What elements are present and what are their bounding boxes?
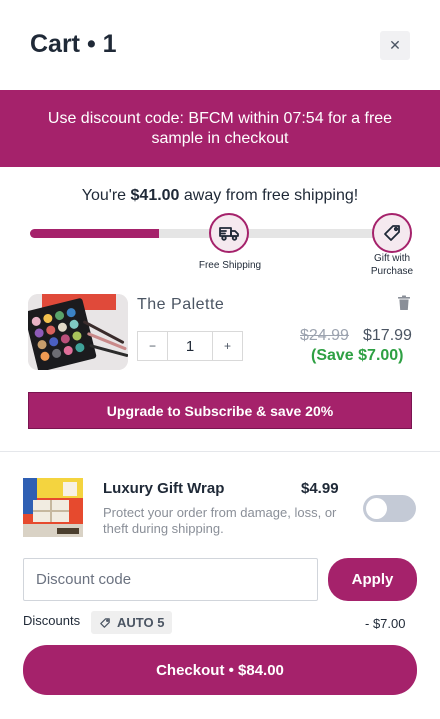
section-divider: [0, 451, 440, 452]
decrease-quantity-button[interactable]: −: [138, 332, 167, 360]
milestone-label-free-shipping: Free Shipping: [198, 260, 262, 271]
gift-wrap-description: Protect your order from damage, loss, or…: [103, 505, 337, 536]
toggle-knob: [366, 498, 387, 519]
upgrade-subscribe-button[interactable]: Upgrade to Subscribe & save 20%: [28, 392, 412, 429]
milestone-free-shipping: [209, 213, 249, 253]
shipping-suffix: away from free shipping!: [179, 187, 359, 204]
gift-wrap-image: [23, 478, 83, 537]
discount-amount: - $7.00: [365, 616, 406, 631]
product-name[interactable]: The Palette: [137, 296, 224, 314]
promo-banner: Use discount code: BFCM within 07:54 for…: [0, 90, 440, 167]
cart-title: Cart • 1: [30, 30, 117, 58]
savings-label: (Save $7.00): [311, 347, 404, 364]
checkout-button[interactable]: Checkout • $84.00: [23, 645, 417, 695]
shipping-prefix: You're: [81, 187, 131, 204]
gift-wrap-toggle[interactable]: [363, 495, 416, 522]
gift-wrap-title: Luxury Gift Wrap: [103, 480, 225, 497]
sale-price: $17.99: [363, 327, 412, 344]
gift-wrap-price: $4.99: [301, 480, 339, 497]
milestone-gift: [372, 213, 412, 253]
quantity-value[interactable]: 1: [167, 332, 213, 360]
tag-icon: [384, 225, 400, 241]
increase-quantity-button[interactable]: +: [213, 332, 242, 360]
free-shipping-message: You're $41.00 away from free shipping!: [0, 187, 440, 205]
discount-code-text: AUTO 5: [117, 615, 165, 630]
cart-header: Cart • 1 ✕: [0, 0, 440, 90]
discounts-label: Discounts: [23, 613, 81, 628]
discount-code-input[interactable]: [23, 558, 318, 601]
discount-code-badge: AUTO 5: [91, 611, 173, 634]
close-button[interactable]: ✕: [380, 31, 410, 60]
truck-icon: [219, 227, 239, 241]
trash-icon[interactable]: [397, 295, 411, 311]
apply-discount-button[interactable]: Apply: [328, 558, 417, 601]
tag-icon: [100, 617, 110, 628]
original-price: $24.99: [300, 327, 349, 344]
product-image: [28, 294, 128, 370]
shipping-remaining-amount: $41.00: [130, 187, 180, 204]
quantity-stepper: − 1 +: [137, 331, 243, 361]
shipping-progress-fill: [30, 229, 159, 238]
close-icon: ✕: [389, 37, 401, 53]
milestone-label-gift: Gift with Purchase: [370, 253, 414, 277]
